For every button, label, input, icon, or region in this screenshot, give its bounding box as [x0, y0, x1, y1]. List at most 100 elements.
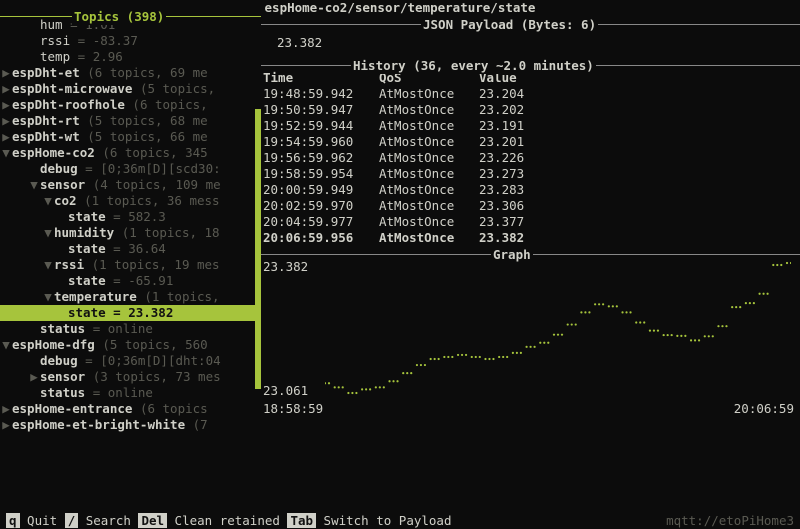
- cell-value: 23.226: [479, 150, 800, 166]
- node-name: sensor: [40, 177, 93, 192]
- node-name: espDht-rt: [12, 113, 87, 128]
- tree-row[interactable]: state = 36.64: [0, 241, 261, 257]
- caret-icon[interactable]: ▶: [0, 113, 12, 129]
- history-row[interactable]: 19:56:59.962AtMostOnce23.226: [263, 150, 800, 166]
- tree-row[interactable]: ▼humidity (1 topics, 18: [0, 225, 261, 241]
- history-row[interactable]: 20:02:59.970AtMostOnce23.306: [263, 198, 800, 214]
- node-name: espDht-et: [12, 65, 87, 80]
- cell-value: 23.283: [479, 182, 800, 198]
- history-row[interactable]: 19:50:59.947AtMostOnce23.202: [263, 102, 800, 118]
- tree-row[interactable]: debug = [0;36m[D][scd30:: [0, 161, 261, 177]
- node-name: status: [40, 385, 93, 400]
- key-search[interactable]: /: [65, 513, 79, 528]
- cell-time: 19:54:59.960: [263, 134, 379, 150]
- tree-row[interactable]: ▶espDht-et (6 topics, 69 me: [0, 65, 261, 81]
- tree-row[interactable]: temp = 2.96: [0, 49, 261, 65]
- tree-row[interactable]: ▼rssi (1 topics, 19 mes: [0, 257, 261, 273]
- tree-row[interactable]: ▼co2 (1 topics, 36 mess: [0, 193, 261, 209]
- caret-icon[interactable]: ▶: [0, 65, 12, 81]
- tree-row[interactable]: ▼temperature (1 topics,: [0, 289, 261, 305]
- node-meta: = 582.3: [113, 209, 166, 224]
- node-meta: = -65.91: [113, 273, 173, 288]
- caret-icon[interactable]: ▼: [28, 177, 40, 193]
- node-meta: = [0;36m[D][dht:04: [85, 353, 220, 368]
- node-meta: = 23.382: [113, 305, 173, 320]
- cell-time: 19:52:59.944: [263, 118, 379, 134]
- tree-row[interactable]: ▶espDht-rt (5 topics, 68 me: [0, 113, 261, 129]
- history-row[interactable]: 19:52:59.944AtMostOnce23.191: [263, 118, 800, 134]
- tree-row[interactable]: ▶espDht-microwave (5 topics,: [0, 81, 261, 97]
- node-meta: = online: [93, 321, 153, 336]
- node-meta: = -83.37: [78, 33, 138, 48]
- topic-tree[interactable]: hum = 1.01rssi = -83.37temp = 2.96▶espDh…: [0, 17, 261, 433]
- node-meta: = online: [93, 385, 153, 400]
- history-row[interactable]: 20:00:59.949AtMostOnce23.283: [263, 182, 800, 198]
- tree-row[interactable]: ▶espDht-wt (5 topics, 66 me: [0, 129, 261, 145]
- node-meta: (1 topics,: [144, 289, 219, 304]
- cell-qos: AtMostOnce: [379, 150, 479, 166]
- caret-icon[interactable]: ▶: [0, 129, 12, 145]
- caret-icon[interactable]: ▼: [0, 145, 12, 161]
- caret-icon[interactable]: ▼: [42, 289, 54, 305]
- tree-row[interactable]: state = -65.91: [0, 273, 261, 289]
- history-row[interactable]: 19:54:59.960AtMostOnce23.201: [263, 134, 800, 150]
- node-name: humidity: [54, 225, 122, 240]
- tree-row[interactable]: ▼sensor (4 topics, 109 me: [0, 177, 261, 193]
- tree-row[interactable]: ▼espHome-co2 (6 topics, 345: [0, 145, 261, 161]
- node-meta: = 36.64: [113, 241, 166, 256]
- tree-row[interactable]: state = 582.3: [0, 209, 261, 225]
- payload-panel: JSON Payload (Bytes: 6) 23.382: [261, 24, 800, 57]
- cell-qos: AtMostOnce: [379, 198, 479, 214]
- node-name: temperature: [54, 289, 144, 304]
- cell-time: 19:58:59.954: [263, 166, 379, 182]
- caret-icon[interactable]: ▼: [42, 257, 54, 273]
- history-title: History (36, every ~2.0 minutes): [351, 58, 596, 74]
- caret-icon[interactable]: ▶: [0, 97, 12, 113]
- key-quit[interactable]: q: [6, 513, 20, 528]
- node-meta: (6 topics, 69 me: [87, 65, 207, 80]
- key-label: Clean retained: [167, 513, 287, 528]
- caret-icon[interactable]: ▼: [42, 193, 54, 209]
- caret-icon[interactable]: ▼: [0, 337, 12, 353]
- key-label: Quit: [20, 513, 65, 528]
- caret-icon[interactable]: ▶: [28, 369, 40, 385]
- node-meta: (6 topics: [140, 401, 208, 416]
- tree-row[interactable]: status = online: [0, 321, 261, 337]
- cell-value: 23.201: [479, 134, 800, 150]
- caret-icon[interactable]: ▶: [0, 401, 12, 417]
- cell-qos: AtMostOnce: [379, 134, 479, 150]
- tree-row[interactable]: rssi = -83.37: [0, 33, 261, 49]
- cell-qos: AtMostOnce: [379, 86, 479, 102]
- caret-icon[interactable]: ▼: [42, 225, 54, 241]
- history-row[interactable]: 20:06:59.956AtMostOnce23.382: [263, 230, 800, 246]
- node-name: espHome-et-bright-white: [12, 417, 193, 432]
- node-name: rssi: [40, 33, 78, 48]
- tree-row[interactable]: status = online: [0, 385, 261, 401]
- graph-plot: [325, 259, 791, 399]
- tree-row[interactable]: ▶sensor (3 topics, 73 mes: [0, 369, 261, 385]
- footer-bar: q Quit / Search Del Clean retained Tab S…: [0, 513, 800, 529]
- graph-panel: Graph 23.382 23.061 18:58:59 20:06:59: [261, 254, 800, 403]
- node-meta: (6 topics, 345: [102, 145, 207, 160]
- tree-row[interactable]: state = 23.382: [0, 305, 261, 321]
- tree-row[interactable]: debug = [0;36m[D][dht:04: [0, 353, 261, 369]
- cell-value: 23.382: [479, 230, 800, 246]
- key-clean-retained[interactable]: Del: [138, 513, 167, 528]
- node-meta: (4 topics, 109 me: [93, 177, 221, 192]
- tree-row[interactable]: ▶espHome-et-bright-white (7: [0, 417, 261, 433]
- caret-icon[interactable]: ▶: [0, 417, 12, 433]
- caret-icon[interactable]: ▶: [0, 81, 12, 97]
- cell-time: 20:00:59.949: [263, 182, 379, 198]
- tree-row[interactable]: ▶espDht-roofhole (6 topics,: [0, 97, 261, 113]
- tree-row[interactable]: ▶espHome-entrance (6 topics: [0, 401, 261, 417]
- history-row[interactable]: 20:04:59.977AtMostOnce23.377: [263, 214, 800, 230]
- key-switch-to-payload[interactable]: Tab: [287, 513, 316, 528]
- history-row[interactable]: 19:48:59.942AtMostOnce23.204: [263, 86, 800, 102]
- tree-row[interactable]: ▼espHome-dfg (5 topics, 560: [0, 337, 261, 353]
- cell-qos: AtMostOnce: [379, 166, 479, 182]
- node-name: espHome-entrance: [12, 401, 140, 416]
- history-row[interactable]: 19:58:59.954AtMostOnce23.273: [263, 166, 800, 182]
- cell-time: 20:02:59.970: [263, 198, 379, 214]
- node-name: espDht-microwave: [12, 81, 140, 96]
- cell-qos: AtMostOnce: [379, 102, 479, 118]
